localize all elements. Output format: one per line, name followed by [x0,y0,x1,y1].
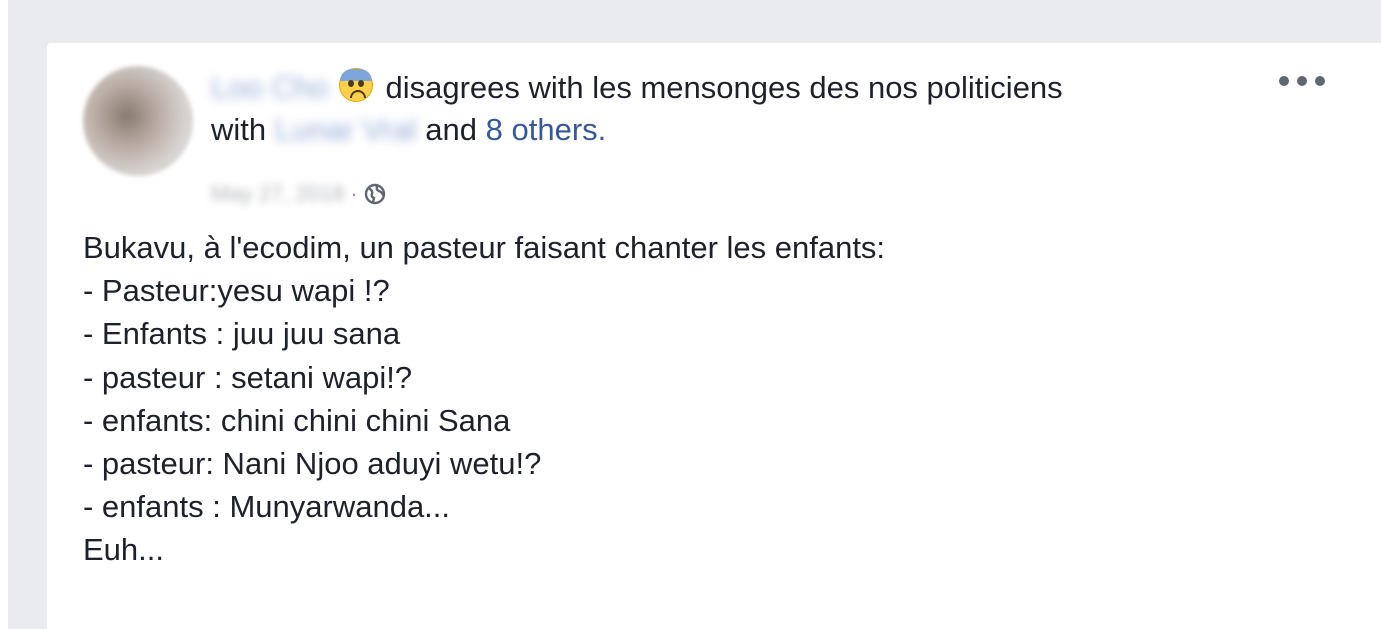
post-meta: May 27, 2018 · [211,180,386,208]
and-text: and [425,112,478,147]
post-line: - pasteur: Nani Njoo aduyi wetu!? [83,446,542,482]
post-line: Bukavu, à l'ecodim, un pasteur faisant c… [83,230,886,265]
post-date-link[interactable]: May 27, 2018 [211,180,344,208]
post-line: - enfants : Munyarwanda... [83,489,451,525]
author-name-link[interactable]: Loo Cho [211,67,328,109]
globe-icon[interactable] [364,183,386,205]
fearful-face-emoji-icon [338,68,373,102]
post-body: Bukavu, à l'ecodim, un pasteur faisant c… [83,226,1343,572]
post-header: Loo Cho disagrees with les mensonges des… [211,67,1321,151]
post-line: - pasteur : setani wapi!? [83,359,413,395]
left-panel-edge [0,0,8,629]
more-options-icon[interactable] [1279,73,1325,89]
post-card: Loo Cho disagrees with les mensonges des… [47,43,1381,629]
tagged-person-link[interactable]: Lunar Vral [275,109,417,151]
others-link[interactable]: 8 others. [486,112,607,147]
post-line: - enfants: chini chini chini Sana [83,402,511,438]
post-line: - Pasteur:yesu wapi !? [83,273,390,309]
post-line: - Enfants : juu juu sana [83,316,401,352]
post-line: Euh... [83,532,164,568]
with-text: with [211,112,267,147]
author-avatar[interactable] [83,66,193,176]
feeling-text: disagrees with les mensonges des nos pol… [385,70,1063,105]
meta-separator: · [350,181,358,206]
